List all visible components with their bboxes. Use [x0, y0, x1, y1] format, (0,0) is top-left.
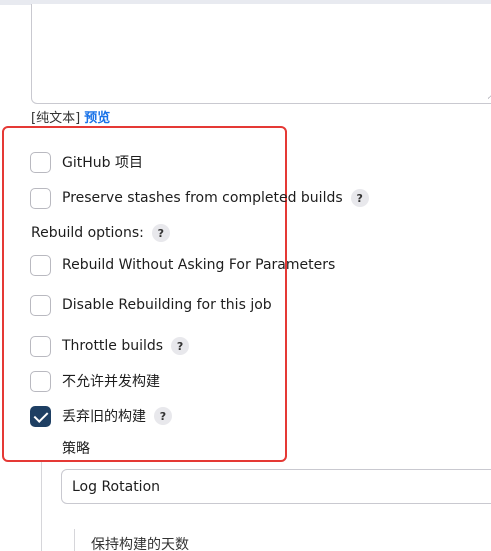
disable-rebuilding-label: Disable Rebuilding for this job: [62, 297, 272, 313]
rebuild-without-asking-label: Rebuild Without Asking For Parameters: [62, 257, 336, 273]
no-concurrent-builds-label: 不允许并发构建: [62, 374, 160, 390]
format-label: [纯文本]: [31, 111, 81, 126]
days-to-keep-label: 保持构建的天数: [91, 537, 189, 551]
option-github-project[interactable]: GitHub 项目: [30, 150, 143, 174]
rebuild-without-asking-checkbox[interactable]: [30, 254, 51, 276]
strategy-select[interactable]: Log Rotation: [61, 469, 491, 504]
disable-rebuilding-checkbox[interactable]: [30, 294, 51, 316]
option-throttle-builds[interactable]: Throttle builds ?: [30, 334, 190, 358]
discard-old-builds-label: 丢弃旧的构建: [62, 409, 146, 425]
option-discard-old-builds[interactable]: 丢弃旧的构建 ?: [30, 404, 172, 428]
nested-subsection-divider: [74, 529, 75, 551]
throttle-builds-label: Throttle builds: [62, 338, 164, 354]
throttle-builds-checkbox[interactable]: [30, 335, 51, 357]
help-icon[interactable]: ?: [151, 224, 170, 242]
discard-old-builds-checkbox[interactable]: [30, 405, 51, 427]
github-project-checkbox[interactable]: [30, 151, 51, 173]
rebuild-options-heading: Rebuild options: ?: [31, 223, 170, 243]
job-config-page: [纯文本] 预览 GitHub 项目 Preserve stashes from…: [0, 0, 491, 551]
help-icon[interactable]: ?: [154, 407, 172, 425]
nested-section-divider: [41, 462, 42, 551]
help-icon[interactable]: ?: [171, 337, 190, 355]
preserve-stashes-checkbox[interactable]: [30, 187, 51, 209]
description-textarea[interactable]: [31, 4, 491, 104]
option-disable-rebuilding[interactable]: Disable Rebuilding for this job: [30, 293, 272, 317]
option-preserve-stashes[interactable]: Preserve stashes from completed builds ?: [30, 186, 369, 210]
preview-link[interactable]: 预览: [84, 111, 110, 126]
preserve-stashes-label: Preserve stashes from completed builds: [62, 190, 343, 206]
strategy-label: 策略: [62, 441, 90, 457]
help-icon[interactable]: ?: [350, 189, 369, 207]
option-no-concurrent-builds[interactable]: 不允许并发构建: [30, 369, 160, 393]
no-concurrent-builds-checkbox[interactable]: [30, 370, 51, 392]
strategy-selected-value: Log Rotation: [72, 478, 161, 495]
github-project-label: GitHub 项目: [62, 155, 143, 171]
rebuild-options-label: Rebuild options:: [31, 225, 144, 241]
description-format-line: [纯文本] 预览: [31, 107, 110, 126]
option-rebuild-without-asking[interactable]: Rebuild Without Asking For Parameters: [30, 253, 335, 277]
